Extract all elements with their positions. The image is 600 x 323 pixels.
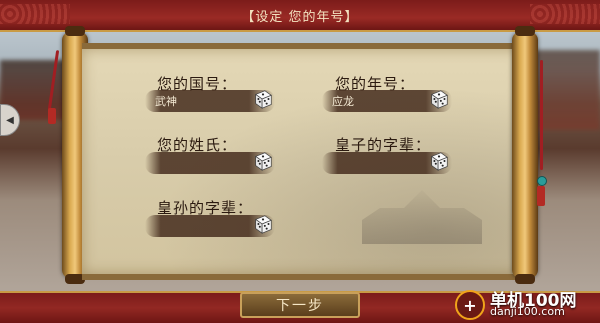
dice-icon[interactable] bbox=[252, 150, 274, 172]
title-banner: 【设定 您的年号】 bbox=[0, 0, 600, 32]
country-name-value: 武神 bbox=[155, 95, 177, 108]
danji-logo-icon: + bbox=[455, 290, 485, 320]
next-step-button[interactable]: 下一步 bbox=[240, 292, 360, 318]
jade-bead bbox=[537, 176, 547, 186]
scroll-roller-right bbox=[512, 26, 538, 284]
dice-icon[interactable] bbox=[252, 213, 274, 235]
dice-icon[interactable] bbox=[252, 88, 274, 110]
dice-icon[interactable] bbox=[428, 150, 450, 172]
era-name-value: 应龙 bbox=[332, 95, 354, 108]
watermark-url: danji100.com bbox=[490, 305, 565, 318]
chevron-left-icon: ◀ bbox=[6, 114, 14, 126]
page-title: 【设定 您的年号】 bbox=[241, 9, 359, 25]
faint-building-illustration bbox=[362, 190, 482, 244]
dice-icon[interactable] bbox=[428, 88, 450, 110]
tassel-right bbox=[537, 186, 545, 206]
rope-right bbox=[540, 60, 543, 170]
next-step-label: 下一步 bbox=[276, 298, 324, 314]
tassel-left bbox=[48, 108, 56, 124]
